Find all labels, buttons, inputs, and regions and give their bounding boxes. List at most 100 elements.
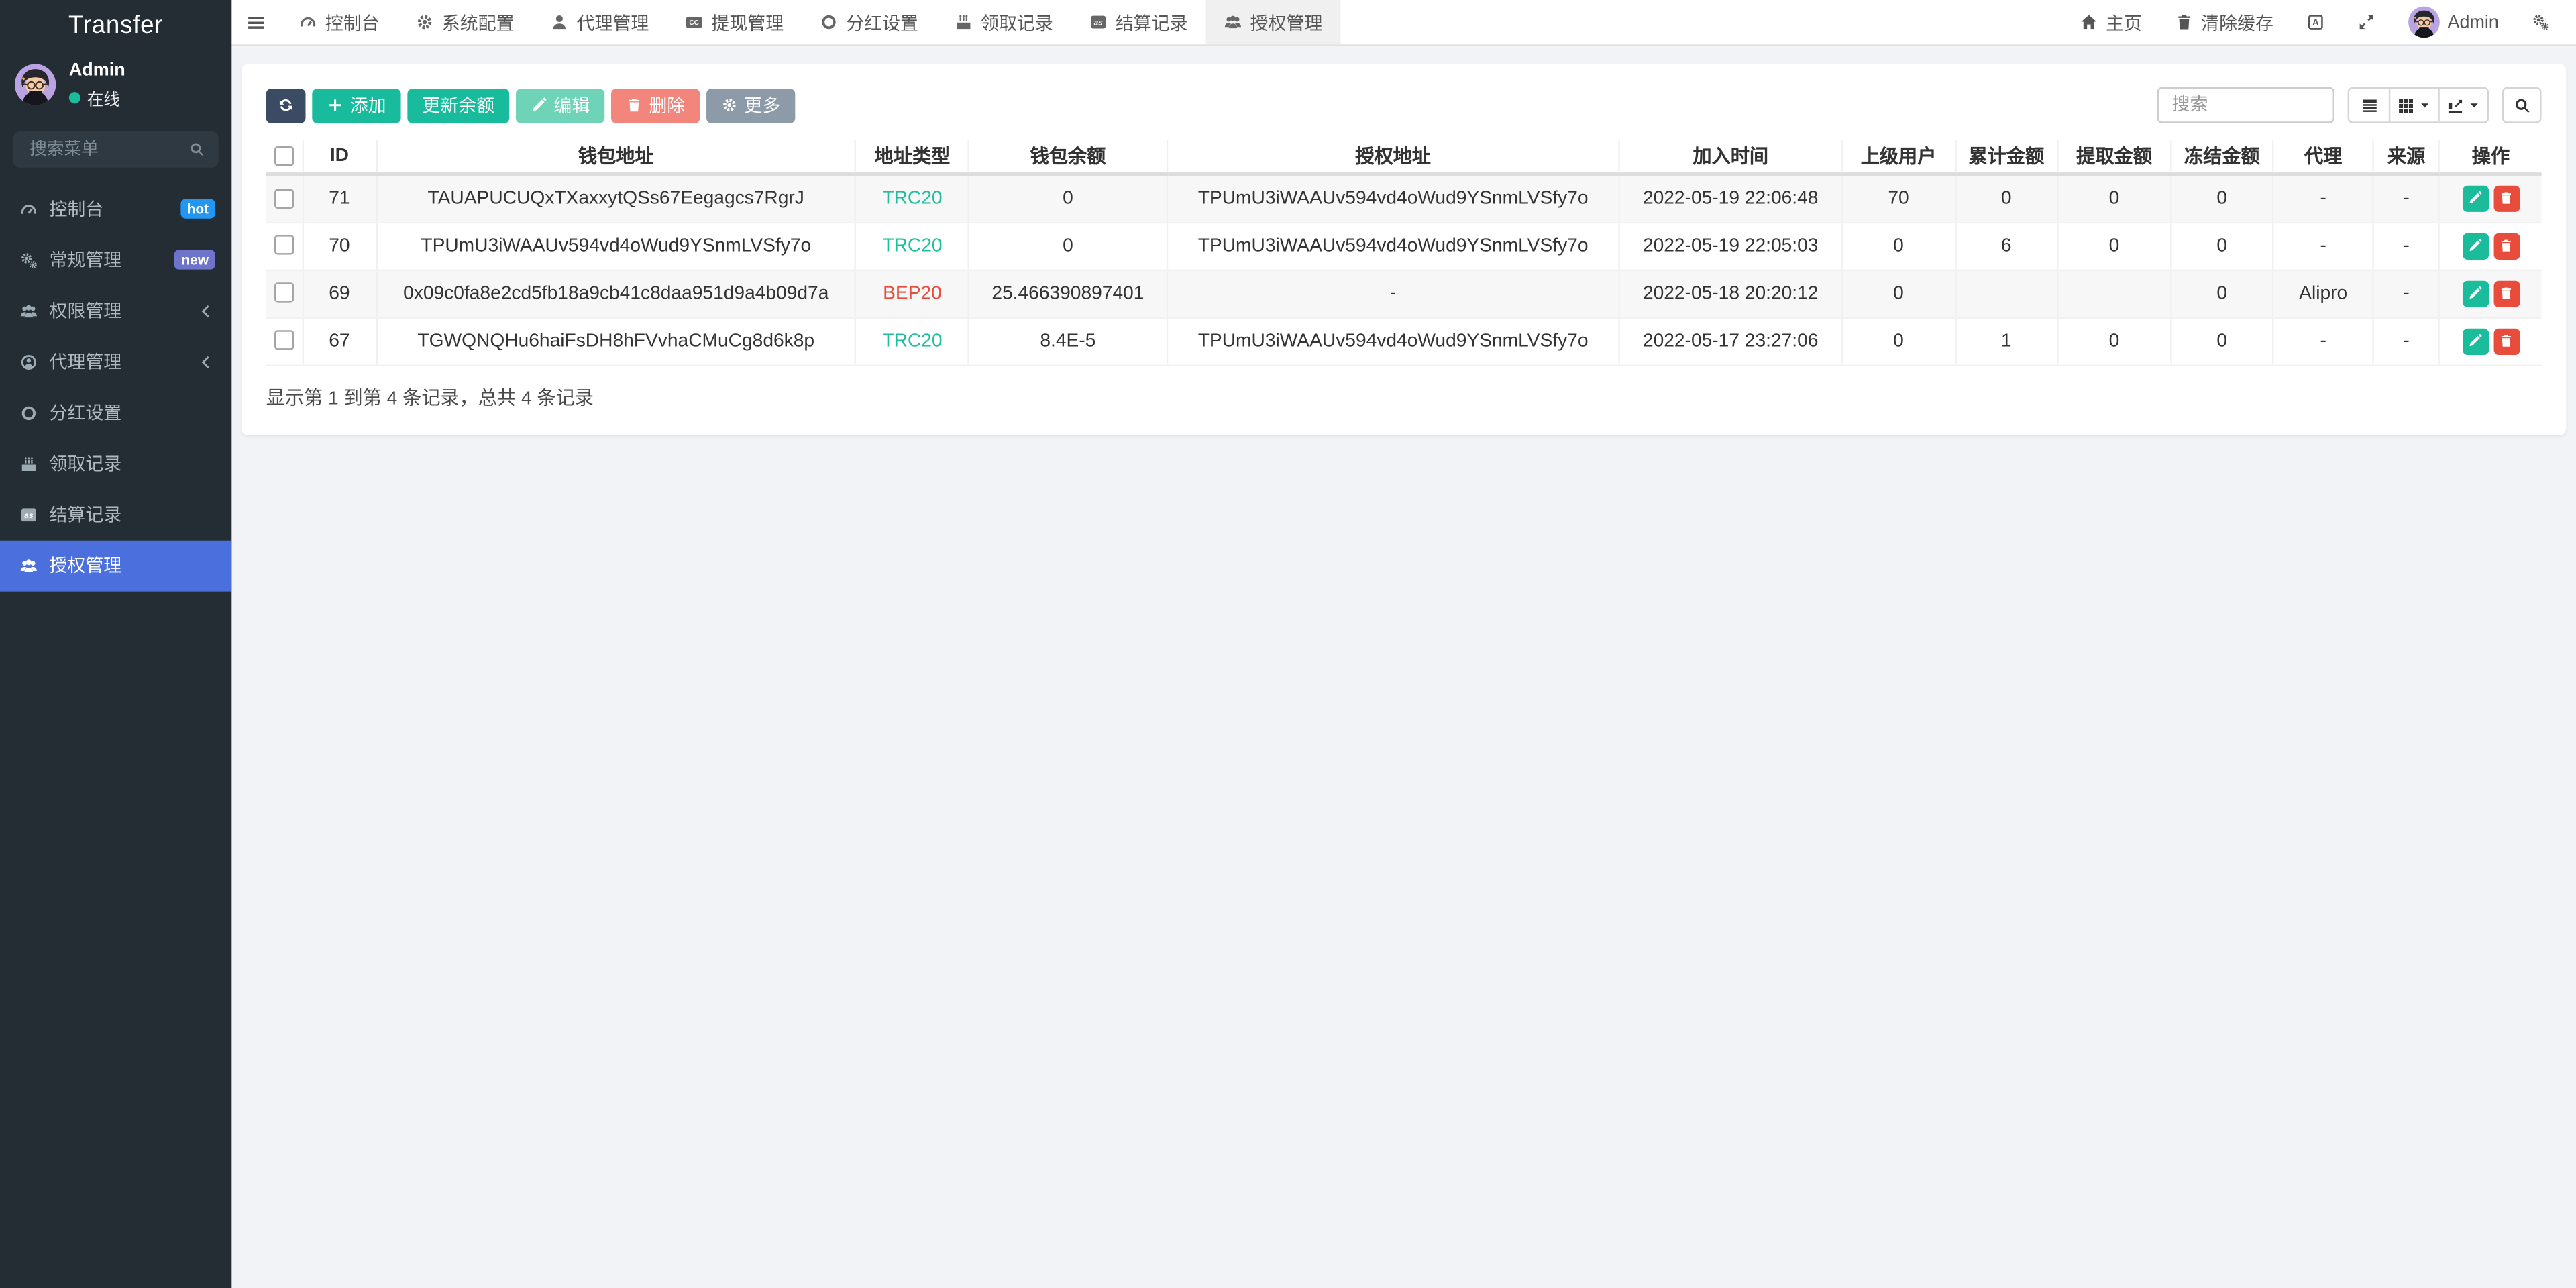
toggle-view-button[interactable] — [2349, 89, 2389, 122]
row-edit-button[interactable] — [2462, 280, 2489, 307]
col-header-total-amount[interactable]: 累计金额 — [1954, 140, 2057, 176]
row-edit-button[interactable] — [2462, 327, 2489, 354]
avatar-image-icon — [2408, 6, 2440, 38]
search-icon — [2513, 96, 2531, 114]
svg-text:as: as — [23, 511, 33, 519]
cell-agent: - — [2272, 317, 2374, 366]
navbar-right: 主页 清除缓存 A Admin — [2063, 0, 2576, 44]
tab-claim-records[interactable]: 领取记录 — [936, 0, 1071, 44]
more-button[interactable]: 更多 — [706, 88, 796, 123]
col-header-join-time[interactable]: 加入时间 — [1618, 140, 1842, 176]
home-link[interactable]: 主页 — [2063, 0, 2158, 44]
cell-join-time: 2022-05-17 23:27:06 — [1618, 317, 1842, 366]
sidebar-item-authorization[interactable]: 授权管理 — [0, 539, 232, 591]
hamburger-menu-icon[interactable] — [231, 0, 280, 44]
gears-icon — [18, 251, 38, 269]
tab-system-config[interactable]: 系统配置 — [398, 0, 533, 44]
menu-search-input[interactable] — [26, 137, 182, 161]
tab-settlement-records[interactable]: as 结算记录 — [1071, 0, 1206, 44]
cell-wallet-address: TAUAPUCUQxTXaxxytQSs67Eegagcs7RgrJ — [375, 174, 856, 223]
col-header-source[interactable]: 来源 — [2372, 140, 2440, 176]
fullscreen-button[interactable] — [2341, 0, 2392, 44]
col-header-actions[interactable]: 操作 — [2438, 140, 2542, 176]
clear-cache-button[interactable]: 清除缓存 — [2159, 0, 2290, 44]
user-menu[interactable]: Admin — [2392, 0, 2515, 44]
cell-actions — [2438, 174, 2542, 223]
navbar-tabs: 控制台 系统配置 代理管理 CC 提现管理 分红设置 领取记录 as 结算记录 授权… — [231, 0, 1341, 45]
tab-label: 代理管理 — [576, 13, 649, 34]
row-checkbox[interactable] — [274, 188, 294, 209]
sidebar-item-label: 领取记录 — [49, 455, 122, 476]
columns-dropdown-button[interactable] — [2388, 89, 2438, 122]
col-header-agent[interactable]: 代理 — [2272, 140, 2374, 176]
settings-button[interactable] — [2515, 0, 2566, 44]
col-header-address-type[interactable]: 地址类型 — [855, 140, 969, 176]
cell-auth-address: TPUmU3iWAAUv594vd4oWud9YSnmLVSfy7o — [1165, 317, 1620, 366]
add-button[interactable]: 添加 — [312, 88, 401, 123]
cell-id: 67 — [301, 317, 377, 366]
sidebar-item-label: 授权管理 — [49, 557, 122, 577]
col-header-auth-address[interactable]: 授权地址 — [1165, 140, 1620, 176]
user-profile: Admin 在线 — [0, 49, 231, 124]
col-header-wallet-address[interactable]: 钱包地址 — [375, 140, 856, 176]
col-header-withdrawn-amount[interactable]: 提取金额 — [2056, 140, 2171, 176]
row-delete-button[interactable] — [2493, 232, 2520, 259]
row-edit-button[interactable] — [2462, 185, 2489, 212]
row-delete-button[interactable] — [2493, 185, 2520, 212]
table-row: 71 TAUAPUCUQxTXaxxytQSs67Eegagcs7RgrJ TR… — [266, 174, 2542, 223]
tab-authorization-management[interactable]: 授权管理 — [1205, 0, 1341, 45]
select-all-header[interactable] — [266, 140, 303, 176]
sidebar-item-label: 常规管理 — [49, 252, 122, 272]
export-icon — [2447, 96, 2465, 114]
sidebar-item-label: 控制台 — [49, 201, 104, 221]
language-switch-button[interactable]: A — [2290, 0, 2341, 44]
sidebar-item-agents[interactable]: 代理管理 — [0, 336, 231, 387]
table-row: 69 0x09c0fa8e2cd5fb18a9cb41c8daa951d9a4b… — [266, 269, 2542, 318]
user-group-icon — [18, 302, 38, 320]
content-area: 添加 更新余额 编辑 删除 更多 搜索 ID 钱包地址 地址类型 钱包余额 授权… — [231, 46, 2576, 1288]
tab-agent-management[interactable]: 代理管理 — [532, 0, 667, 44]
language-icon: A — [2306, 13, 2324, 32]
sidebar-item-general[interactable]: 常规管理 new — [0, 234, 231, 285]
table-search-input[interactable] — [2157, 87, 2335, 123]
table-toolbar: 添加 更新余额 编辑 删除 更多 — [266, 87, 2542, 123]
sidebar-item-dividend[interactable]: 分红设置 — [0, 387, 231, 438]
tab-dividend-settings[interactable]: 分红设置 — [802, 0, 936, 44]
row-edit-button[interactable] — [2462, 232, 2489, 259]
edit-button[interactable]: 编辑 — [515, 88, 605, 123]
pencil-icon — [2468, 286, 2483, 301]
row-delete-button[interactable] — [2493, 327, 2520, 354]
sidebar-item-settlement-records[interactable]: as 结算记录 — [0, 489, 231, 540]
user-status-label: 在线 — [87, 91, 120, 110]
tab-label: 提现管理 — [711, 13, 784, 34]
delete-button[interactable]: 删除 — [611, 88, 700, 123]
sidebar-item-console[interactable]: 控制台 hot — [0, 183, 231, 234]
export-dropdown-button[interactable] — [2438, 89, 2487, 122]
main-area: 控制台 系统配置 代理管理 CC 提现管理 分红设置 领取记录 as 结算记录 授权… — [231, 0, 2576, 1288]
tab-console[interactable]: 控制台 — [281, 0, 398, 44]
cell-auth-address: TPUmU3iWAAUv594vd4oWud9YSnmLVSfy7o — [1165, 221, 1620, 270]
user-status: 在线 — [68, 85, 125, 110]
sidebar-item-claim-records[interactable]: 领取记录 — [0, 438, 231, 489]
col-header-frozen-amount[interactable]: 冻结金额 — [2169, 140, 2273, 176]
row-delete-button[interactable] — [2493, 280, 2520, 307]
user-icon — [550, 13, 568, 32]
tab-withdrawal-management[interactable]: CC 提现管理 — [667, 0, 802, 44]
cell-source: - — [2372, 269, 2440, 318]
select-all-checkbox[interactable] — [274, 146, 294, 166]
sidebar-item-permissions[interactable]: 权限管理 — [0, 285, 231, 336]
row-checkbox[interactable] — [274, 235, 294, 256]
refresh-button[interactable] — [266, 88, 306, 123]
advanced-search-button[interactable] — [2502, 87, 2542, 123]
cell-select — [266, 174, 303, 223]
update-balance-button[interactable]: 更新余额 — [407, 88, 510, 123]
cell-source: - — [2372, 221, 2440, 270]
cell-select — [266, 269, 303, 318]
row-checkbox[interactable] — [274, 331, 294, 351]
cell-wallet-address: 0x09c0fa8e2cd5fb18a9cb41c8daa951d9a4b09d… — [375, 269, 856, 318]
col-header-wallet-balance[interactable]: 钱包余额 — [968, 140, 1167, 176]
col-header-id[interactable]: ID — [301, 140, 377, 176]
col-header-parent-user[interactable]: 上级用户 — [1841, 140, 1955, 176]
row-checkbox[interactable] — [274, 283, 294, 303]
chevron-left-icon — [195, 302, 215, 320]
